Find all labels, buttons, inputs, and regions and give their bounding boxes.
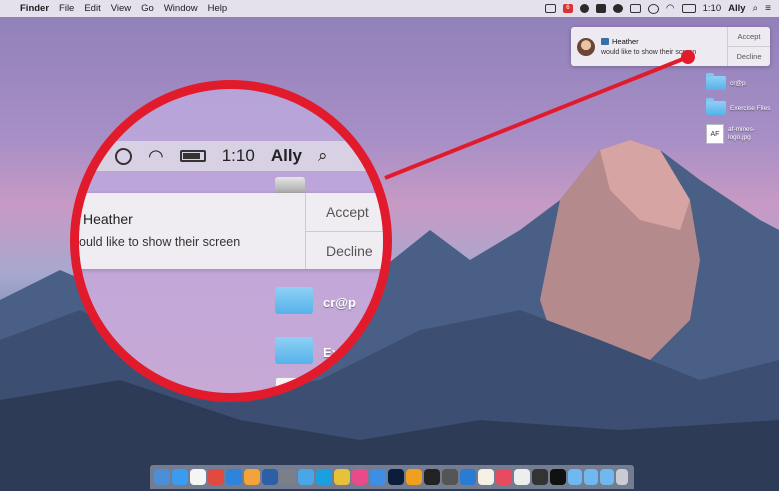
pocket-icon[interactable] <box>496 469 512 485</box>
desktop-icon-label: af-mines-logo.jpg <box>728 126 756 141</box>
screenflow-icon[interactable] <box>424 469 440 485</box>
zoom-decline-button: Decline <box>306 231 383 269</box>
messages-icon[interactable] <box>298 469 314 485</box>
itunes-icon[interactable] <box>352 469 368 485</box>
notification-message: would like to show their screen <box>601 48 697 56</box>
wifi-icon: ◠ <box>148 145 164 166</box>
zoom-user-name: Ally <box>270 146 302 165</box>
textedit-icon[interactable] <box>514 469 530 485</box>
desktop-icon-label: Exercise Files <box>730 104 771 112</box>
battery-icon[interactable] <box>681 4 696 13</box>
mail-icon[interactable] <box>226 469 242 485</box>
desktop-folder-crap[interactable]: cr@p <box>706 73 746 90</box>
user-name[interactable]: Ally <box>728 3 745 14</box>
notification-sender: Heather <box>612 36 639 46</box>
documents-folder-icon[interactable] <box>584 469 598 485</box>
time-machine-icon[interactable] <box>647 3 659 14</box>
tes-icon[interactable] <box>406 469 422 485</box>
folder-icon <box>706 73 726 90</box>
applications-folder-icon[interactable] <box>568 469 582 485</box>
zoom-clock-time: 1:10 <box>221 146 255 165</box>
spotlight-search-icon: ⌕ <box>318 146 328 165</box>
app-store-icon[interactable] <box>172 469 188 485</box>
zoom-folder-label: cr@p <box>323 295 356 310</box>
screen-share-notification: Heather would like to show their screen … <box>571 27 770 66</box>
chrome-icon[interactable] <box>244 469 260 485</box>
notes-icon[interactable] <box>478 469 494 485</box>
menu-help[interactable]: Help <box>208 3 228 14</box>
desktop-icon-label: cr@p <box>730 79 746 87</box>
zoom-notification-sender: Heather <box>83 211 133 227</box>
camera-app-icon[interactable] <box>532 469 548 485</box>
finder-icon[interactable] <box>154 469 170 485</box>
calendar-icon[interactable]: 6 <box>562 4 573 13</box>
menu-app-finder[interactable]: Finder <box>20 3 49 14</box>
desktop-file-af-mines-logo[interactable]: AF af-mines-logo.jpg <box>706 124 764 144</box>
photos-icon[interactable] <box>460 469 476 485</box>
zoom-notification: Heather ould like to show their screen A… <box>79 193 383 269</box>
menu-bar: Finder File Edit View Go Window Help 6 ◠… <box>0 0 779 17</box>
magnified-view: ◠ 1:10 Ally ⌕ Heather ould like to show … <box>70 80 392 402</box>
zoom-accept-button: Accept <box>326 204 369 220</box>
folder-icon <box>706 98 726 115</box>
menu-go[interactable]: Go <box>141 3 154 14</box>
messages-app-icon <box>601 37 609 45</box>
downloads-folder-icon[interactable] <box>600 469 614 485</box>
photoshop-icon[interactable] <box>388 469 404 485</box>
calendar-icon[interactable] <box>190 469 206 485</box>
notification-center-icon[interactable]: ≡ <box>765 3 771 14</box>
tweetbot-icon[interactable] <box>280 469 296 485</box>
screen-share-icon[interactable] <box>544 4 556 13</box>
reeder-icon[interactable] <box>334 469 350 485</box>
info-icon[interactable] <box>579 4 589 13</box>
menu-window[interactable]: Window <box>164 3 198 14</box>
activity-monitor-icon[interactable] <box>550 469 566 485</box>
zoom-notification-message: ould like to show their screen <box>79 235 241 249</box>
skype-icon[interactable] <box>316 469 332 485</box>
decline-button[interactable]: Decline <box>728 46 770 66</box>
todoist-icon[interactable] <box>208 469 224 485</box>
sender-avatar <box>577 37 595 56</box>
airplay-icon[interactable] <box>629 4 641 13</box>
zoom-folder-label: Exerci <box>323 345 363 360</box>
dock <box>150 465 634 489</box>
1password-icon[interactable] <box>262 469 278 485</box>
zoom-menu-bar: ◠ 1:10 Ally ⌕ <box>79 141 383 171</box>
trash-icon[interactable] <box>616 469 628 485</box>
folder-icon <box>275 337 313 364</box>
image-file-icon: AF <box>706 124 724 144</box>
spotlight-search-icon[interactable]: ⌕ <box>753 3 759 14</box>
menu-view[interactable]: View <box>111 3 131 14</box>
safari-icon[interactable] <box>370 469 386 485</box>
bbedit-icon[interactable] <box>442 469 458 485</box>
battery-icon <box>179 150 206 162</box>
desktop-folder-exercise-files[interactable]: Exercise Files <box>706 98 771 115</box>
folder-icon <box>275 287 313 314</box>
dropbox-icon[interactable] <box>595 4 606 13</box>
wifi-icon[interactable]: ◠ <box>666 3 675 14</box>
clock-time[interactable]: 1:10 <box>703 3 722 14</box>
time-machine-icon <box>115 147 132 165</box>
menu-file[interactable]: File <box>59 3 74 14</box>
accept-button[interactable]: Accept <box>728 27 770 46</box>
camera-icon[interactable] <box>612 4 623 13</box>
menu-edit[interactable]: Edit <box>84 3 100 14</box>
